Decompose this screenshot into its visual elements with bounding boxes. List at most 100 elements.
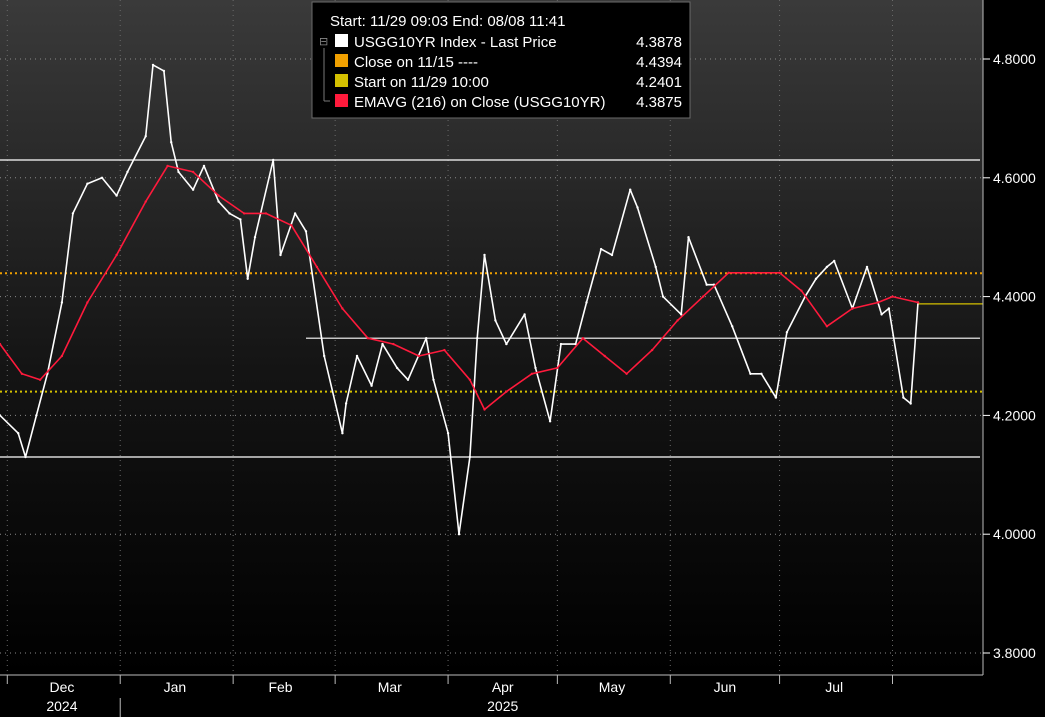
y-tick-label: 4.6000: [993, 170, 1036, 186]
series-point: [246, 277, 249, 280]
series-point: [483, 253, 486, 257]
series-point: [530, 372, 534, 375]
series-point: [494, 319, 497, 322]
series-point: [341, 432, 344, 435]
series-point: [341, 307, 344, 310]
series-point: [654, 265, 657, 269]
series-point: [636, 206, 639, 209]
series-point: [162, 69, 166, 73]
series-point: [100, 176, 104, 179]
series-point: [86, 301, 89, 304]
series-point: [355, 354, 359, 358]
series-point: [366, 337, 370, 340]
series-point: [293, 212, 297, 215]
series-point: [581, 337, 585, 340]
series-point: [20, 372, 24, 375]
series-point: [253, 236, 257, 239]
series-point: [687, 236, 690, 239]
x-tick-label: Dec: [49, 679, 74, 695]
x-tick-label: Jan: [164, 679, 187, 695]
series-point: [17, 432, 20, 435]
series-point: [228, 212, 231, 215]
series-point: [443, 348, 446, 352]
series-point: [891, 295, 894, 298]
series-point: [38, 378, 42, 381]
series-point: [505, 342, 508, 346]
series-point: [701, 295, 705, 298]
x-axis: Dec Jan Feb Mar Apr May Jun Jul 2024 2025: [0, 674, 983, 717]
series-point: [825, 265, 829, 269]
legend-value-last-price: 4.3878: [636, 34, 682, 51]
y-tick-label: 4.2000: [993, 407, 1036, 423]
price-chart: 3.8000 4.0000 4.2000 4.4000 4.6000 4.8000 Dec…: [0, 0, 1045, 717]
series-point: [370, 384, 373, 387]
series-point: [887, 307, 891, 310]
series-point: [432, 378, 435, 381]
series-point: [814, 277, 818, 280]
series-point: [902, 396, 905, 399]
series-point: [86, 182, 89, 185]
series-point: [344, 402, 348, 405]
series-point: [126, 170, 129, 174]
axis-background: [983, 0, 1045, 675]
series-point: [239, 218, 242, 221]
series-point: [151, 63, 155, 67]
series-point: [876, 301, 880, 304]
series-point: [650, 348, 654, 352]
series-point: [381, 342, 384, 346]
legend-label-emavg: EMAVG (216) on Close (USGG10YR): [354, 94, 605, 111]
series-point: [242, 212, 246, 215]
series-point: [705, 283, 708, 286]
series-point: [115, 253, 118, 257]
y-tick-label: 3.8000: [993, 645, 1036, 661]
series-point: [774, 396, 778, 399]
series-point: [290, 224, 293, 227]
series-point: [115, 194, 118, 197]
series-point: [752, 271, 756, 274]
series-point: [785, 331, 789, 334]
series-point: [417, 354, 421, 358]
series-point: [392, 342, 395, 346]
series-point: [191, 188, 195, 191]
series-point: [625, 372, 628, 375]
series-point: [727, 271, 730, 274]
series-point: [35, 414, 38, 417]
series-point: [144, 135, 147, 138]
series-point: [556, 366, 559, 370]
series-point: [833, 259, 836, 263]
series-point: [603, 354, 606, 358]
legend-swatch-start: [335, 74, 348, 87]
series-point: [166, 164, 169, 168]
series-point: [629, 188, 632, 191]
x-tick-label: Jul: [825, 679, 843, 695]
series-point: [880, 313, 883, 316]
series-point: [279, 253, 282, 257]
legend: Start: 11/29 09:03 End: 08/08 11:41 ⊟ US…: [311, 1, 691, 119]
legend-header: Start: 11/29 09:03 End: 08/08 11:41: [330, 13, 565, 30]
series-point: [425, 337, 428, 340]
legend-collapse-icon[interactable]: ⊟: [319, 35, 328, 48]
series-point: [749, 372, 752, 375]
series-point: [731, 325, 734, 328]
legend-swatch-last-price: [335, 34, 348, 47]
series-point: [476, 337, 479, 340]
x-year-label: 2024: [46, 698, 77, 714]
series-point: [60, 301, 64, 304]
series-point: [778, 271, 781, 274]
legend-label-start: Start on 11/29 10:00: [354, 74, 489, 91]
series-point: [60, 354, 64, 358]
series-point: [851, 307, 854, 310]
series-point: [315, 265, 319, 269]
series-point: [483, 408, 486, 411]
series-point: [304, 230, 308, 233]
series-point: [909, 402, 912, 405]
series-point: [548, 420, 552, 423]
series-point: [71, 212, 75, 215]
series-point: [272, 158, 275, 162]
y-tick-label: 4.4000: [993, 289, 1036, 305]
series-point: [505, 390, 508, 393]
series-point: [406, 378, 410, 381]
chart-root: 3.8000 4.0000 4.2000 4.4000 4.6000 4.8000 Dec…: [0, 0, 1045, 717]
series-point: [144, 200, 147, 203]
series-point: [202, 164, 206, 168]
